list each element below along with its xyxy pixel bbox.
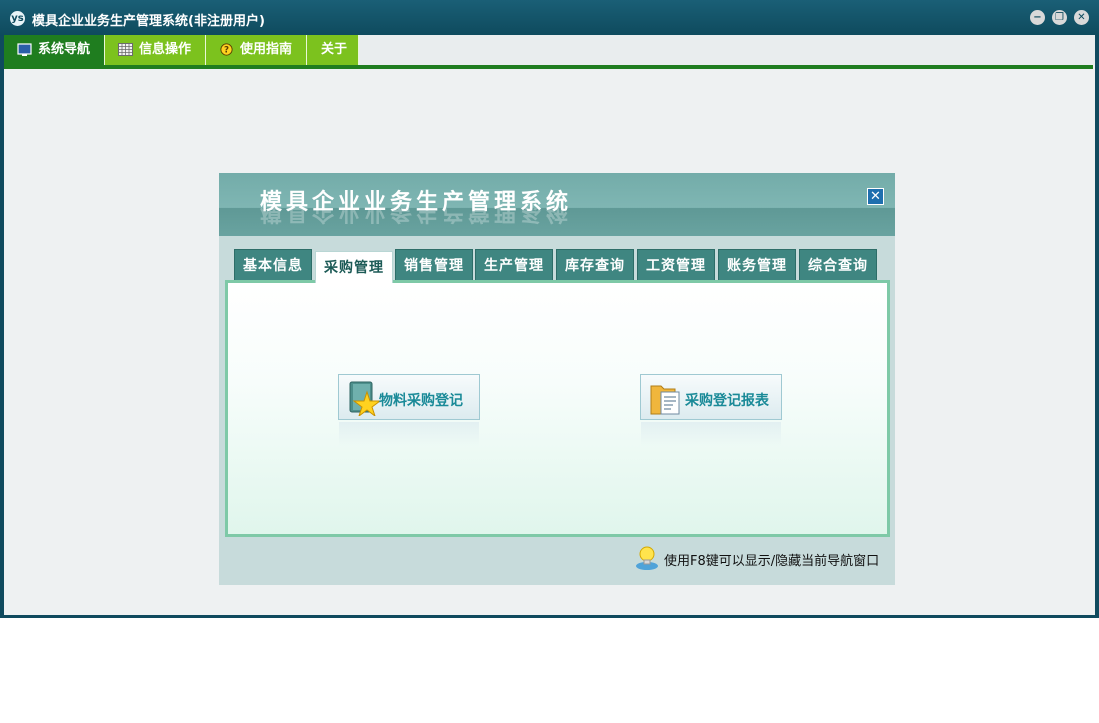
title-bar[interactable]: ys 模具企业业务生产管理系统(非注册用户) − ❐ ✕ [0, 0, 1099, 36]
window-title: 模具企业业务生产管理系统(非注册用户) [32, 14, 265, 29]
main-menubar: 系统导航 信息操作 ? 使用指南 关于 [4, 35, 1095, 65]
material-purchase-register-button[interactable]: 物料采购登记 [338, 374, 480, 446]
menu-info-operation[interactable]: 信息操作 [105, 35, 206, 65]
svg-text:?: ? [224, 46, 229, 56]
tab-accounts-management[interactable]: 账务管理 [718, 249, 796, 281]
grid-icon [118, 43, 133, 56]
monitor-icon [17, 43, 32, 56]
folder-document-icon [650, 385, 680, 415]
menu-about[interactable]: 关于 [307, 35, 359, 65]
minimize-button[interactable]: − [1030, 10, 1045, 25]
tab-sales-management[interactable]: 销售管理 [395, 249, 473, 281]
restore-button[interactable]: ❐ [1052, 10, 1067, 25]
menu-label: 信息操作 [139, 42, 192, 57]
button-label: 采购登记报表 [685, 393, 769, 409]
dialog-close-button[interactable]: ✕ [867, 188, 884, 205]
menubar-divider [4, 65, 1093, 69]
tab-production-management[interactable]: 生产管理 [475, 249, 553, 281]
navigation-dialog: 模具企业业务生产管理系统 模具企业业务生产管理系统 ✕ 基本信息 采购管理 销售… [219, 173, 895, 585]
button-label: 物料采购登记 [379, 393, 463, 409]
tab-comprehensive-query[interactable]: 综合查询 [799, 249, 877, 281]
menu-label: 关于 [321, 42, 348, 57]
menu-label: 系统导航 [38, 42, 91, 57]
purchase-register-report-button[interactable]: 采购登记报表 [640, 374, 782, 446]
app-logo-icon: ys [10, 11, 25, 26]
tab-basic-info[interactable]: 基本信息 [234, 249, 312, 281]
button-reflection [339, 422, 479, 446]
tab-payroll-management[interactable]: 工资管理 [637, 249, 715, 281]
dialog-header: 模具企业业务生产管理系统 模具企业业务生产管理系统 ✕ [219, 173, 895, 236]
close-window-button[interactable]: ✕ [1074, 10, 1089, 25]
menu-label: 使用指南 [240, 42, 293, 57]
purchase-tab-panel: 物料采购登记 采购登记报表 [225, 280, 890, 537]
help-icon: ? [220, 43, 233, 56]
menu-user-guide[interactable]: ? 使用指南 [206, 35, 307, 65]
button-reflection [641, 422, 781, 446]
tab-inventory-query[interactable]: 库存查询 [556, 249, 634, 281]
star-book-icon [349, 381, 381, 416]
dialog-title-reflection: 模具企业业务生产管理系统 [260, 208, 573, 224]
tab-purchase-management[interactable]: 采购管理 [315, 251, 393, 283]
f8-hint-text: 使用F8键可以显示/隐藏当前导航窗口 [664, 554, 880, 569]
menu-system-navigation[interactable]: 系统导航 [4, 35, 105, 65]
lightbulb-icon [636, 546, 658, 570]
